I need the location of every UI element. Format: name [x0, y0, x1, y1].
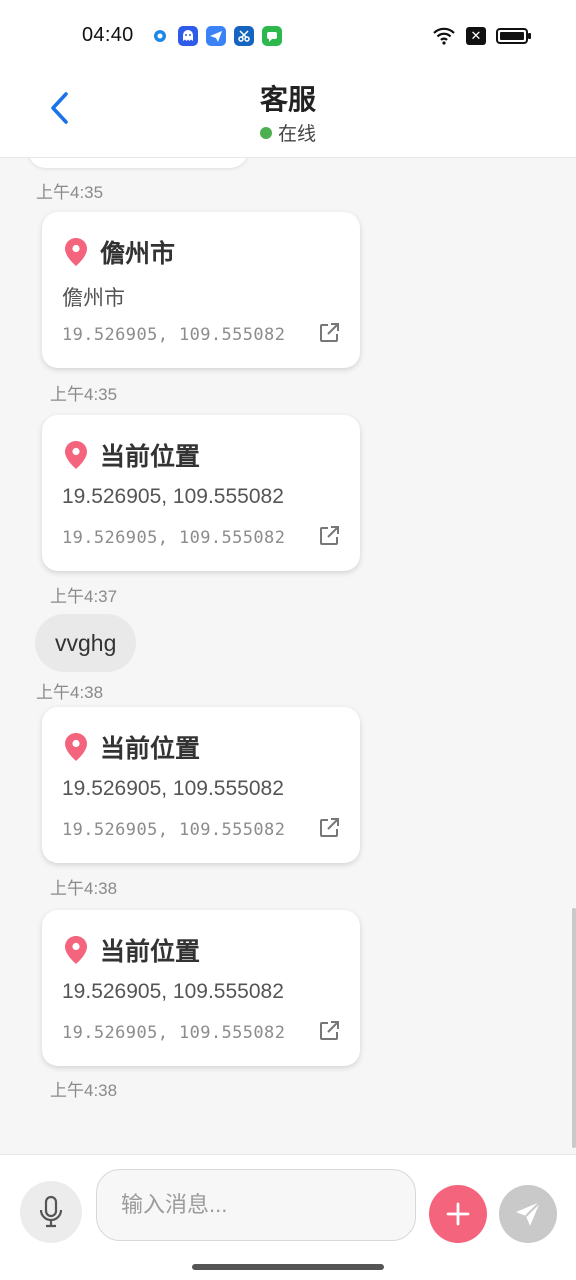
location-subtitle: 19.526905, 109.555082 — [62, 485, 284, 508]
location-coordinates: 19.526905, 109.555082 — [62, 325, 286, 345]
scissors-app-icon — [234, 26, 254, 46]
voice-input-button[interactable] — [20, 1181, 82, 1243]
location-subtitle: 儋州市 — [62, 287, 125, 310]
location-subtitle: 19.526905, 109.555082 — [62, 777, 284, 800]
online-dot-icon — [259, 126, 272, 139]
open-external-icon[interactable] — [318, 1020, 340, 1042]
location-pin-icon — [65, 238, 87, 266]
location-coordinates: 19.526905, 109.555082 — [62, 1023, 286, 1043]
location-card-header: 儋州市 — [64, 234, 175, 270]
location-card-header: 当前位置 — [64, 729, 200, 765]
status-app-icons — [150, 26, 282, 46]
status-right-icons: ✕ — [432, 26, 532, 46]
location-pin-icon — [65, 441, 87, 469]
location-title: 儋州市 — [100, 240, 176, 268]
battery-icon — [496, 28, 531, 44]
browser-app-icon — [150, 26, 170, 46]
plane-app-icon — [206, 26, 226, 46]
chat-header: 客服 在线 — [0, 64, 576, 158]
message-timestamp: 上午4:38 — [36, 683, 104, 702]
status-time: 04:40 — [82, 24, 134, 46]
microphone-icon — [39, 1195, 63, 1228]
location-title: 当前位置 — [100, 735, 201, 763]
message-input-bar — [0, 1154, 576, 1280]
message-timestamp: 上午4:38 — [50, 879, 118, 898]
page-title: 客服 — [259, 84, 316, 115]
open-external-icon[interactable] — [318, 817, 340, 839]
send-button[interactable] — [499, 1185, 557, 1243]
message-timestamp: 上午4:38 — [50, 1081, 118, 1100]
home-indicator[interactable] — [192, 1264, 384, 1270]
send-icon — [516, 1201, 541, 1226]
location-card[interactable]: 当前位置 19.526905, 109.555082 19.526905, 10… — [42, 910, 360, 1066]
chat-scrollbar[interactable] — [572, 908, 576, 1148]
location-title: 当前位置 — [100, 443, 201, 471]
location-coordinates: 19.526905, 109.555082 — [62, 528, 286, 548]
location-card[interactable]: 儋州市 儋州市 19.526905, 109.555082 — [42, 212, 360, 368]
location-pin-icon — [65, 733, 87, 761]
close-box-icon: ✕ — [466, 27, 486, 45]
open-external-icon[interactable] — [318, 525, 340, 547]
location-card-header: 当前位置 — [64, 932, 200, 968]
location-card[interactable]: 当前位置 19.526905, 109.555082 19.526905, 10… — [42, 415, 360, 571]
status-bar: 04:40 ✕ — [0, 0, 576, 64]
plus-icon — [446, 1202, 470, 1226]
online-status: 在线 — [0, 119, 576, 146]
location-subtitle: 19.526905, 109.555082 — [62, 980, 284, 1003]
message-input[interactable] — [96, 1169, 416, 1241]
wifi-icon — [433, 27, 455, 45]
open-external-icon[interactable] — [318, 322, 340, 344]
location-coordinates: 19.526905, 109.555082 — [62, 820, 286, 840]
message-timestamp: 上午4:35 — [36, 183, 104, 202]
chat-messages[interactable]: 上午4:35 儋州市 儋州市 19.526905, 109.555082 上午4… — [0, 158, 576, 1154]
ghost-app-icon — [178, 26, 198, 46]
location-title: 当前位置 — [100, 938, 201, 966]
message-timestamp: 上午4:37 — [50, 587, 118, 606]
online-status-label: 在线 — [277, 124, 316, 145]
chat-app-icon — [262, 26, 282, 46]
location-pin-icon — [65, 936, 87, 964]
location-card[interactable]: 当前位置 19.526905, 109.555082 19.526905, 10… — [42, 707, 360, 863]
previous-message-bubble — [28, 158, 248, 168]
add-attachment-button[interactable] — [429, 1185, 487, 1243]
message-timestamp: 上午4:35 — [50, 385, 118, 404]
location-card-header: 当前位置 — [64, 437, 200, 473]
text-message-bubble[interactable]: vvghg — [35, 614, 137, 672]
